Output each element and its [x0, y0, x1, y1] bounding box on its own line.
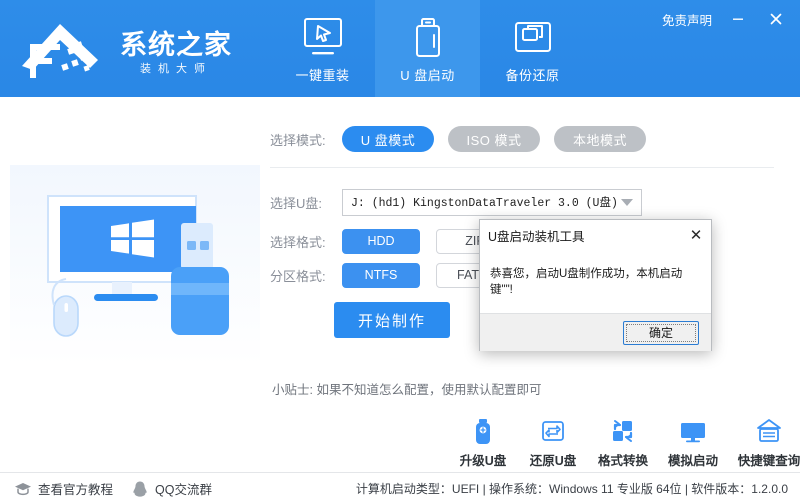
logo-subtitle: 装机大师 [120, 60, 232, 78]
tool-restore-usb[interactable]: 还原U盘 [518, 415, 588, 469]
tip-text: 小贴士: 如果不知道怎么配置，使用默认配置即可 [272, 379, 541, 398]
hero-illustration [10, 165, 260, 365]
computer-usb-mouse-illustration [10, 165, 260, 365]
dialog-close-icon[interactable]: ✕ [681, 220, 711, 250]
tab-usb-boot[interactable]: U 盘启动 [375, 0, 480, 97]
tab-backup-restore[interactable]: 备份还原 [480, 0, 585, 97]
chevron-down-icon [621, 199, 633, 206]
usb-row: 选择U盘: J: (hd1) KingstonDataTraveler 3.0 … [270, 180, 780, 224]
status-links: 查看官方教程 QQ交流群 [14, 479, 212, 498]
tool-format-convert[interactable]: 格式转换 [588, 415, 658, 469]
dialog-message: 恭喜您，启动U盘制作成功，本机启动键""! [490, 266, 701, 298]
tab-one-key-reinstall[interactable]: 一键重装 [270, 0, 375, 97]
tutorial-link[interactable]: 查看官方教程 [14, 479, 113, 498]
mode-row: 选择模式: U 盘模式 ISO 模式 本地模式 [270, 120, 780, 158]
tab-label: 一键重装 [295, 65, 349, 84]
graduation-cap-icon [14, 481, 32, 497]
usb-drive-icon [404, 14, 452, 62]
tool-upgrade-usb[interactable]: 升级U盘 [448, 415, 518, 469]
tool-hotkey-lookup[interactable]: 快捷键查询 [728, 415, 800, 469]
logo-title: 系统之家 [120, 30, 232, 60]
tutorial-label: 查看官方教程 [38, 479, 113, 498]
disclaimer-link[interactable]: 免责声明 [662, 10, 712, 29]
title-bar: 系统之家 装机大师 一键重装 [0, 0, 800, 97]
start-make-button[interactable]: 开始制作 [334, 302, 450, 338]
dialog-title: U盘启动装机工具 [488, 226, 585, 245]
form-divider [270, 167, 774, 168]
tool-simulate-boot[interactable]: 模拟启动 [658, 415, 728, 469]
dialog-ok-label: 确定 [649, 324, 673, 341]
house-logo-icon [16, 14, 116, 82]
feature-toolbar: 升级U盘 还原U盘 [448, 415, 800, 469]
dialog-body: 恭喜您，启动U盘制作成功，本机启动键""! [480, 250, 711, 313]
monitor-simulate-icon [679, 415, 707, 445]
tab-label: 备份还原 [505, 65, 559, 84]
dialog-ok-button[interactable]: 确定 [623, 321, 699, 345]
system-info: 计算机启动类型：UEFI | 操作系统：Windows 11 专业版 64位 |… [356, 480, 788, 497]
monitor-cursor-icon [299, 14, 347, 62]
usb-label: 选择U盘: [270, 193, 342, 212]
usb-select[interactable]: J: (hd1) KingstonDataTraveler 3.0 (U盘) 2… [342, 189, 642, 216]
mode-label: 选择模式: [270, 130, 342, 149]
tool-label: 模拟启动 [668, 450, 718, 469]
usb-select-value: J: (hd1) KingstonDataTraveler 3.0 (U盘) 2… [351, 194, 617, 210]
close-button[interactable] [764, 8, 788, 30]
restore-arrows-icon [540, 415, 566, 445]
partition-label: 分区格式: [270, 266, 342, 285]
mode-option-iso[interactable]: ISO 模式 [448, 126, 540, 152]
qq-label: QQ交流群 [155, 479, 212, 498]
success-dialog: U盘启动装机工具 ✕ 恭喜您，启动U盘制作成功，本机启动键""! 确定 [479, 219, 712, 351]
tool-label: 还原U盘 [530, 450, 577, 469]
dialog-title-bar: U盘启动装机工具 ✕ [480, 220, 711, 250]
format-convert-icon [610, 415, 636, 445]
layered-windows-icon [509, 14, 557, 62]
tool-label: 格式转换 [598, 450, 648, 469]
mode-option-local[interactable]: 本地模式 [554, 126, 646, 152]
main-nav: 一键重装 U 盘启动 [270, 0, 585, 97]
minimize-button[interactable] [726, 8, 750, 30]
qq-penguin-icon [131, 480, 149, 498]
format-option-hdd[interactable]: HDD [342, 229, 420, 254]
hotkey-lookup-icon [755, 415, 783, 445]
app-window: 系统之家 装机大师 一键重装 [0, 0, 800, 504]
mode-option-usb[interactable]: U 盘模式 [342, 126, 434, 152]
window-controls: 免责声明 [662, 8, 788, 30]
usb-upgrade-icon [470, 415, 496, 445]
partition-option-ntfs[interactable]: NTFS [342, 263, 420, 288]
tool-label: 快捷键查询 [738, 450, 800, 469]
status-bar: 查看官方教程 QQ交流群 计算机启动类型：UEFI | 操作系统：Windows… [0, 472, 800, 504]
tab-label: U 盘启动 [400, 65, 455, 84]
app-logo: 系统之家 装机大师 [16, 14, 232, 82]
tool-label: 升级U盘 [460, 450, 507, 469]
qq-group-link[interactable]: QQ交流群 [131, 479, 212, 498]
dialog-footer: 确定 [480, 313, 711, 351]
format-label: 选择格式: [270, 232, 342, 251]
